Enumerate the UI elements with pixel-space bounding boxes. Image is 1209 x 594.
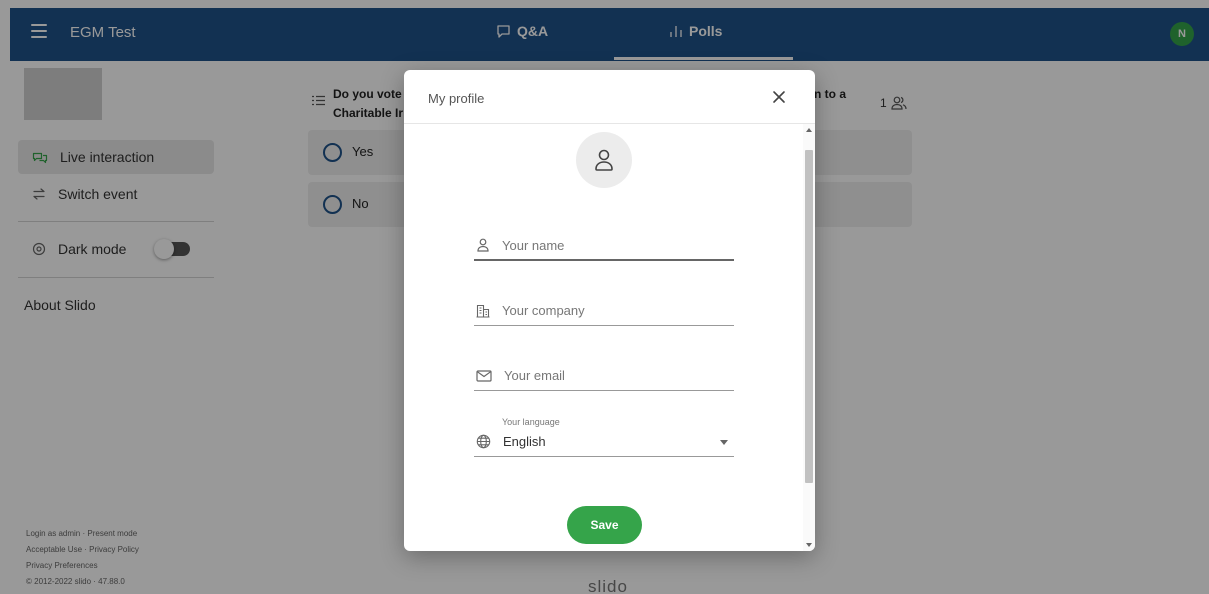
language-select[interactable]: English — [474, 427, 734, 457]
language-label: Your language — [502, 417, 560, 427]
save-button[interactable]: Save — [567, 506, 642, 544]
close-icon[interactable] — [770, 88, 788, 106]
email-field[interactable]: Your email — [474, 361, 734, 391]
email-field-placeholder: Your email — [504, 368, 565, 383]
profile-avatar[interactable] — [576, 132, 632, 188]
user-icon — [595, 149, 613, 171]
company-field[interactable]: Your company — [474, 296, 734, 326]
name-field-placeholder: Your name — [502, 237, 565, 253]
name-field[interactable]: Your name — [474, 231, 734, 261]
company-field-placeholder: Your company — [502, 303, 585, 318]
language-value: English — [503, 434, 546, 449]
scroll-up-arrow-icon[interactable] — [806, 128, 812, 132]
dialog-body: Your name Your company Your email Your l… — [404, 124, 804, 551]
chevron-down-icon — [720, 440, 728, 445]
dialog-title: My profile — [428, 91, 485, 106]
building-icon — [476, 304, 490, 318]
user-icon — [477, 238, 489, 252]
profile-dialog: My profile Your name Your company Your e… — [404, 70, 815, 551]
mail-icon — [476, 369, 492, 382]
dialog-header: My profile — [404, 70, 815, 124]
scroll-down-arrow-icon[interactable] — [806, 543, 812, 547]
globe-icon — [476, 434, 491, 449]
scrollbar-thumb[interactable] — [805, 150, 813, 483]
dialog-scrollbar[interactable] — [803, 124, 815, 551]
